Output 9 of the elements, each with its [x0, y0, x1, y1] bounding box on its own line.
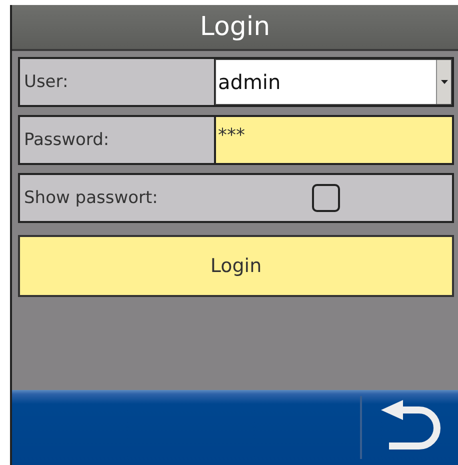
field-label: Password: — [24, 130, 110, 150]
checkbox[interactable] — [312, 184, 340, 212]
login-button[interactable]: Login — [18, 235, 454, 297]
field-label: User: — [24, 72, 68, 92]
caret-icon — [440, 80, 448, 84]
window-title: Login — [12, 5, 458, 51]
password-field[interactable]: *** — [215, 117, 452, 163]
user-dropdown[interactable]: admin — [215, 59, 452, 105]
field-label: Show passwort: — [24, 188, 158, 208]
